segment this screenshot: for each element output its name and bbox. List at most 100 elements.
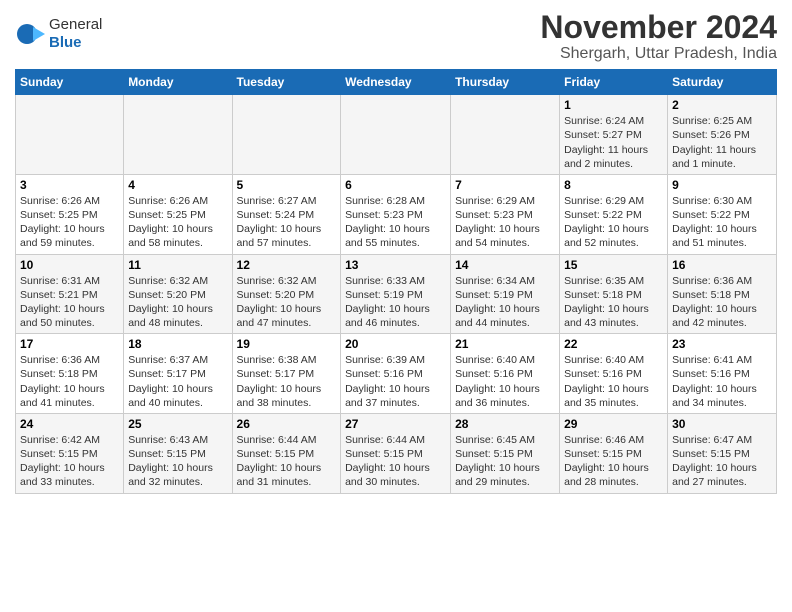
day-detail: Sunrise: 6:35 AM Sunset: 5:18 PM Dayligh… xyxy=(564,274,663,331)
day-number: 18 xyxy=(128,337,227,351)
calendar-cell: 20 Sunrise: 6:39 AM Sunset: 5:16 PM Dayli… xyxy=(341,334,451,414)
calendar-cell: 25Sunrise: 6:43 AM Sunset: 5:15 PM Dayli… xyxy=(124,413,232,493)
calendar-cell: 9 Sunrise: 6:30 AM Sunset: 5:22 PM Daylig… xyxy=(668,174,777,254)
day-number: 5 xyxy=(237,178,337,192)
calendar-cell: 5 Sunrise: 6:27 AM Sunset: 5:24 PM Daylig… xyxy=(232,174,341,254)
calendar-cell: 2Sunrise: 6:25 AM Sunset: 5:26 PM Daylig… xyxy=(668,95,777,175)
day-number: 22 xyxy=(564,337,663,351)
logo: General Blue xyxy=(15,16,102,52)
title-block: November 2024 Shergarh, Uttar Pradesh, I… xyxy=(540,10,777,63)
day-detail: Sunrise: 6:29 AM Sunset: 5:22 PM Dayligh… xyxy=(564,194,663,251)
day-of-week-header: Saturday xyxy=(668,70,777,95)
day-of-week-header: Friday xyxy=(560,70,668,95)
calendar-cell: 18Sunrise: 6:37 AM Sunset: 5:17 PM Dayli… xyxy=(124,334,232,414)
calendar-cell: 1 Sunrise: 6:24 AM Sunset: 5:27 PM Daylig… xyxy=(560,95,668,175)
day-number: 16 xyxy=(672,258,772,272)
day-detail: Sunrise: 6:36 AM Sunset: 5:18 PM Dayligh… xyxy=(672,274,772,331)
calendar-cell: 22 Sunrise: 6:40 AM Sunset: 5:16 PM Dayli… xyxy=(560,334,668,414)
day-detail: Sunrise: 6:28 AM Sunset: 5:23 PM Dayligh… xyxy=(345,194,446,251)
day-number: 27 xyxy=(345,417,446,431)
day-detail: Sunrise: 6:47 AM Sunset: 5:15 PM Dayligh… xyxy=(672,433,772,490)
day-detail: Sunrise: 6:30 AM Sunset: 5:22 PM Dayligh… xyxy=(672,194,772,251)
day-of-week-header: Tuesday xyxy=(232,70,341,95)
day-detail: Sunrise: 6:38 AM Sunset: 5:17 PM Dayligh… xyxy=(237,353,337,410)
day-detail: Sunrise: 6:32 AM Sunset: 5:20 PM Dayligh… xyxy=(237,274,337,331)
day-number: 1 xyxy=(564,98,663,112)
calendar-cell xyxy=(451,95,560,175)
calendar-cell: 13Sunrise: 6:33 AM Sunset: 5:19 PM Dayli… xyxy=(341,254,451,334)
calendar-cell: 29 Sunrise: 6:46 AM Sunset: 5:15 PM Dayli… xyxy=(560,413,668,493)
calendar-cell: 14 Sunrise: 6:34 AM Sunset: 5:19 PM Dayli… xyxy=(451,254,560,334)
day-detail: Sunrise: 6:27 AM Sunset: 5:24 PM Dayligh… xyxy=(237,194,337,251)
day-detail: Sunrise: 6:43 AM Sunset: 5:15 PM Dayligh… xyxy=(128,433,227,490)
day-number: 19 xyxy=(237,337,337,351)
day-detail: Sunrise: 6:39 AM Sunset: 5:16 PM Dayligh… xyxy=(345,353,446,410)
day-number: 20 xyxy=(345,337,446,351)
day-number: 17 xyxy=(20,337,119,351)
calendar-cell xyxy=(124,95,232,175)
day-number: 26 xyxy=(237,417,337,431)
day-number: 7 xyxy=(455,178,555,192)
day-number: 11 xyxy=(128,258,227,272)
logo-blue-text: Blue xyxy=(49,34,82,51)
day-number: 29 xyxy=(564,417,663,431)
calendar-cell: 16 Sunrise: 6:36 AM Sunset: 5:18 PM Dayli… xyxy=(668,254,777,334)
day-number: 2 xyxy=(672,98,772,112)
day-detail: Sunrise: 6:34 AM Sunset: 5:19 PM Dayligh… xyxy=(455,274,555,331)
calendar-week-row: 1 Sunrise: 6:24 AM Sunset: 5:27 PM Daylig… xyxy=(16,95,777,175)
calendar-table: SundayMondayTuesdayWednesdayThursdayFrid… xyxy=(15,69,777,493)
calendar-week-row: 10Sunrise: 6:31 AM Sunset: 5:21 PM Dayli… xyxy=(16,254,777,334)
day-detail: Sunrise: 6:44 AM Sunset: 5:15 PM Dayligh… xyxy=(345,433,446,490)
day-detail: Sunrise: 6:40 AM Sunset: 5:16 PM Dayligh… xyxy=(564,353,663,410)
day-detail: Sunrise: 6:31 AM Sunset: 5:21 PM Dayligh… xyxy=(20,274,119,331)
calendar-cell: 10Sunrise: 6:31 AM Sunset: 5:21 PM Dayli… xyxy=(16,254,124,334)
day-of-week-header: Thursday xyxy=(451,70,560,95)
day-detail: Sunrise: 6:32 AM Sunset: 5:20 PM Dayligh… xyxy=(128,274,227,331)
calendar-subtitle: Shergarh, Uttar Pradesh, India xyxy=(540,45,777,63)
day-number: 14 xyxy=(455,258,555,272)
day-detail: Sunrise: 6:24 AM Sunset: 5:27 PM Dayligh… xyxy=(564,114,663,171)
calendar-cell: 19 Sunrise: 6:38 AM Sunset: 5:17 PM Dayli… xyxy=(232,334,341,414)
day-of-week-header: Sunday xyxy=(16,70,124,95)
day-detail: Sunrise: 6:44 AM Sunset: 5:15 PM Dayligh… xyxy=(237,433,337,490)
day-detail: Sunrise: 6:46 AM Sunset: 5:15 PM Dayligh… xyxy=(564,433,663,490)
calendar-cell: 15 Sunrise: 6:35 AM Sunset: 5:18 PM Dayli… xyxy=(560,254,668,334)
day-detail: Sunrise: 6:36 AM Sunset: 5:18 PM Dayligh… xyxy=(20,353,119,410)
day-number: 28 xyxy=(455,417,555,431)
header: General Blue November 2024 Shergarh, Utt… xyxy=(15,10,777,63)
calendar-cell: 26 Sunrise: 6:44 AM Sunset: 5:15 PM Dayli… xyxy=(232,413,341,493)
calendar-cell: 27 Sunrise: 6:44 AM Sunset: 5:15 PM Dayli… xyxy=(341,413,451,493)
logo-general-text: General xyxy=(49,16,102,33)
calendar-cell: 12 Sunrise: 6:32 AM Sunset: 5:20 PM Dayli… xyxy=(232,254,341,334)
day-of-week-header: Monday xyxy=(124,70,232,95)
calendar-cell: 23Sunrise: 6:41 AM Sunset: 5:16 PM Dayli… xyxy=(668,334,777,414)
calendar-week-row: 24 Sunrise: 6:42 AM Sunset: 5:15 PM Dayli… xyxy=(16,413,777,493)
day-number: 24 xyxy=(20,417,119,431)
day-number: 12 xyxy=(237,258,337,272)
day-number: 15 xyxy=(564,258,663,272)
calendar-cell: 30Sunrise: 6:47 AM Sunset: 5:15 PM Dayli… xyxy=(668,413,777,493)
day-detail: Sunrise: 6:41 AM Sunset: 5:16 PM Dayligh… xyxy=(672,353,772,410)
calendar-header-row: SundayMondayTuesdayWednesdayThursdayFrid… xyxy=(16,70,777,95)
day-detail: Sunrise: 6:42 AM Sunset: 5:15 PM Dayligh… xyxy=(20,433,119,490)
day-number: 3 xyxy=(20,178,119,192)
day-of-week-header: Wednesday xyxy=(341,70,451,95)
calendar-cell: 3 Sunrise: 6:26 AM Sunset: 5:25 PM Daylig… xyxy=(16,174,124,254)
day-number: 9 xyxy=(672,178,772,192)
calendar-cell xyxy=(232,95,341,175)
calendar-cell: 17 Sunrise: 6:36 AM Sunset: 5:18 PM Dayli… xyxy=(16,334,124,414)
day-number: 4 xyxy=(128,178,227,192)
day-detail: Sunrise: 6:45 AM Sunset: 5:15 PM Dayligh… xyxy=(455,433,555,490)
calendar-cell: 6 Sunrise: 6:28 AM Sunset: 5:23 PM Daylig… xyxy=(341,174,451,254)
day-number: 6 xyxy=(345,178,446,192)
day-detail: Sunrise: 6:26 AM Sunset: 5:25 PM Dayligh… xyxy=(20,194,119,251)
calendar-cell: 11 Sunrise: 6:32 AM Sunset: 5:20 PM Dayli… xyxy=(124,254,232,334)
calendar-cell: 8Sunrise: 6:29 AM Sunset: 5:22 PM Daylig… xyxy=(560,174,668,254)
calendar-cell: 28 Sunrise: 6:45 AM Sunset: 5:15 PM Dayli… xyxy=(451,413,560,493)
calendar-week-row: 17 Sunrise: 6:36 AM Sunset: 5:18 PM Dayli… xyxy=(16,334,777,414)
calendar-cell xyxy=(341,95,451,175)
calendar-cell: 4Sunrise: 6:26 AM Sunset: 5:25 PM Daylig… xyxy=(124,174,232,254)
logo-icon xyxy=(15,19,45,49)
day-number: 21 xyxy=(455,337,555,351)
calendar-cell: 21Sunrise: 6:40 AM Sunset: 5:16 PM Dayli… xyxy=(451,334,560,414)
